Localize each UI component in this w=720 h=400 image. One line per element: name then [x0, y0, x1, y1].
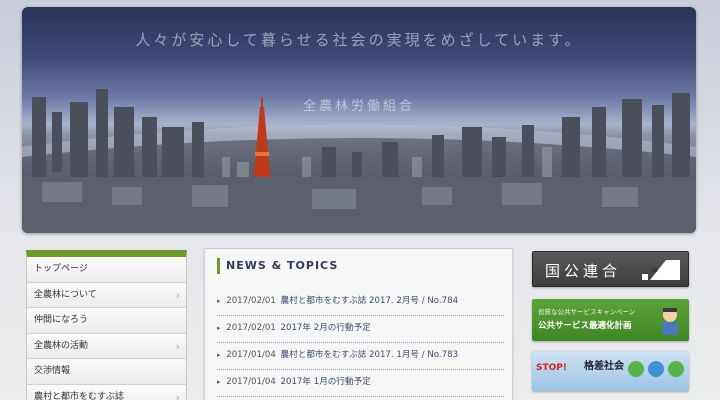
sidebar-item-about[interactable]: 全農林について › — [27, 282, 186, 308]
news-item[interactable]: ▸ 2017/02/01 農村と都市をむすぶ誌 2017. 2月号 / No.7… — [217, 289, 504, 316]
news-title[interactable]: 2017年 2月の行動予定 — [281, 323, 371, 333]
bullet-arrow-icon: ▸ — [217, 351, 221, 359]
sidebar-item-top[interactable]: トップページ — [27, 257, 186, 283]
news-panel: NEWS & TOPICS ▸ 2017/02/01 農村と都市をむすぶ誌 20… — [204, 248, 513, 400]
banner-title: 公共サービス最適化計画 — [538, 321, 632, 331]
chevron-right-icon: › — [175, 390, 180, 400]
sidebar-item-magazine[interactable]: 農村と都市をむすぶ誌 › — [27, 384, 186, 400]
news-title[interactable]: 2017年 1月の行動予定 — [281, 377, 371, 387]
news-item[interactable]: ▸ 2017/01/04 2017年 1月の行動予定 — [217, 370, 504, 397]
banner-title: 格差社会 — [584, 361, 624, 372]
people-circles-icon — [628, 361, 684, 377]
chevron-right-icon: › — [175, 339, 180, 353]
hero-banner: 人々が安心して暮らせる社会の実現をめざしています。 全農林労働組合 — [22, 7, 696, 233]
bullet-arrow-icon: ▸ — [217, 324, 221, 332]
sidebar-item-label: 交渉情報 — [34, 366, 71, 376]
sidebar-item-label: 全農林の活動 — [34, 340, 89, 351]
bullet-arrow-icon: ▸ — [217, 297, 221, 305]
news-date: 2017/01/04 — [226, 377, 276, 387]
banner-caption: 良質な公共サービスキャンペーン — [538, 308, 636, 316]
chevron-right-icon: › — [175, 288, 180, 302]
news-item[interactable]: ▸ 2017/02/01 2017年 2月の行動予定 — [217, 316, 504, 343]
hero-organization-name: 全農林労働組合 — [302, 99, 415, 114]
news-date: 2017/01/04 — [226, 350, 276, 360]
news-date: 2017/02/01 — [226, 296, 276, 306]
news-title[interactable]: 農村と都市をむすぶ誌 2017. 2月号 / No.784 — [281, 296, 459, 306]
banner-label: 国公連合 — [545, 262, 622, 280]
banner-stop-label: STOP! — [536, 363, 567, 373]
logo-stripes-icon — [642, 260, 680, 280]
kokko-rengo-banner[interactable]: 国公連合 — [532, 251, 689, 287]
sidebar-item-negotiations[interactable]: 交渉情報 — [27, 359, 186, 385]
news-list: ▸ 2017/02/01 農村と都市をむすぶ誌 2017. 2月号 / No.7… — [217, 289, 504, 397]
hero-tagline: 人々が安心して暮らせる社会の実現をめざしています。 — [135, 31, 583, 49]
news-title[interactable]: 農村と都市をむすぶ誌 2017. 1月号 / No.783 — [281, 350, 459, 360]
sidebar-nav: トップページ 全農林について › 仲間になろう 全農林の活動 › 交渉情報 農村… — [26, 250, 187, 400]
sidebar-item-label: 全農林について — [34, 289, 97, 300]
news-item[interactable]: ▸ 2017/01/04 農村と都市をむすぶ誌 2017. 1月号 / No.7… — [217, 343, 504, 370]
sidebar-item-label: 仲間になろう — [34, 315, 89, 325]
sidebar-item-join[interactable]: 仲間になろう — [27, 308, 186, 334]
news-date: 2017/02/01 — [226, 323, 276, 333]
sidebar-item-label: トップページ — [34, 264, 88, 274]
worker-character-icon — [662, 308, 678, 335]
stop-kakusa-banner[interactable]: STOP! 格差社会 — [532, 351, 689, 391]
public-service-banner[interactable]: 良質な公共サービスキャンペーン 公共サービス最適化計画 — [532, 299, 689, 341]
bullet-arrow-icon: ▸ — [217, 378, 221, 386]
news-heading: NEWS & TOPICS — [217, 258, 338, 274]
sidebar-item-activities[interactable]: 全農林の活動 › — [27, 333, 186, 359]
sidebar-item-label: 農村と都市をむすぶ誌 — [34, 391, 124, 400]
